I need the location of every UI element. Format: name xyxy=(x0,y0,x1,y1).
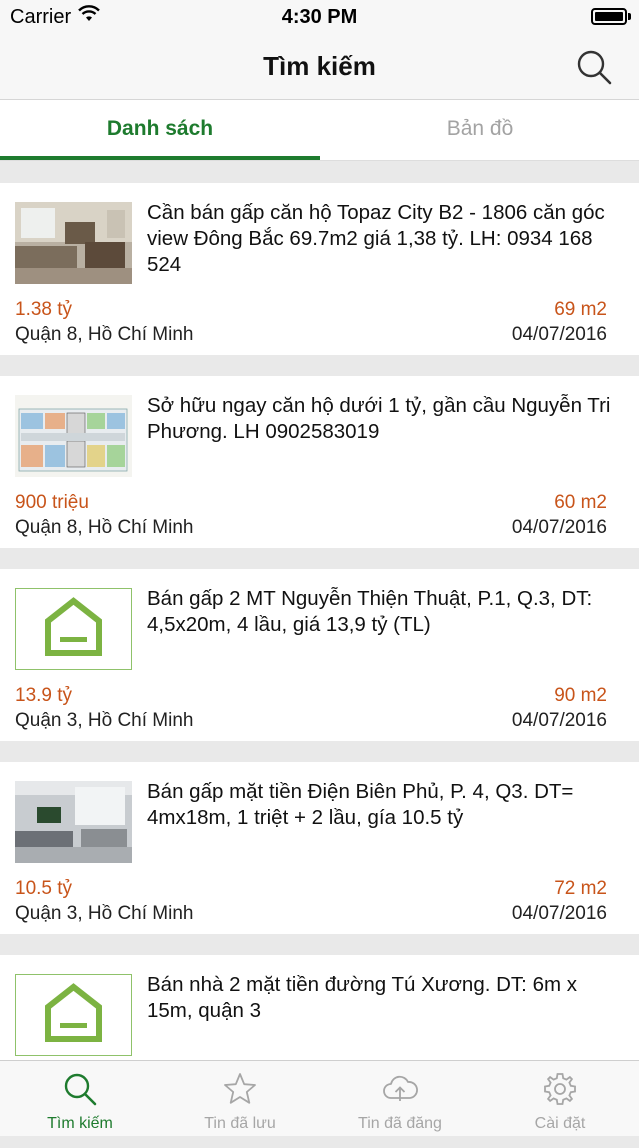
house-placeholder-icon xyxy=(16,975,131,1055)
status-bar: Carrier 4:30 PM xyxy=(0,0,639,34)
bottom-tab-bar: Tìm kiếm Tin đã lưu Tin đã đăng Cài đặt xyxy=(0,1060,639,1136)
tab-settings-label: Cài đặt xyxy=(480,1115,639,1133)
gear-icon xyxy=(542,1071,578,1107)
listing-thumbnail xyxy=(15,974,132,1056)
listing-area: 69 m2 xyxy=(554,299,607,321)
tab-posted-label: Tin đã đăng xyxy=(320,1115,480,1133)
listing-area: 60 m2 xyxy=(554,492,607,514)
listing-price: 900 triệu xyxy=(15,492,89,514)
listing-area: 90 m2 xyxy=(554,685,607,707)
listing-title: Bán gấp 2 MT Nguyễn Thiện Thuật, P.1, Q.… xyxy=(147,586,621,638)
view-tabs: Danh sách Bản đồ xyxy=(0,100,639,161)
page-title: Tìm kiếm xyxy=(0,51,639,82)
active-tab-indicator xyxy=(0,156,320,160)
tab-search[interactable]: Tìm kiếm xyxy=(0,1061,160,1137)
house-placeholder-icon xyxy=(16,589,131,669)
star-icon xyxy=(222,1071,258,1107)
listing-list: Cần bán gấp căn hộ Topaz City B2 - 1806 … xyxy=(0,183,639,1148)
battery-icon xyxy=(591,8,631,25)
navigation-bar: Tìm kiếm xyxy=(0,34,639,100)
tab-settings[interactable]: Cài đặt xyxy=(480,1061,639,1137)
listing-item[interactable]: Sở hữu ngay căn hộ dưới 1 tỷ, gần cầu Ng… xyxy=(0,376,639,548)
listing-title: Bán gấp mặt tiền Điện Biên Phủ, P. 4, Q3… xyxy=(147,779,621,831)
tab-map[interactable]: Bản đồ xyxy=(320,100,639,161)
tab-search-label: Tìm kiếm xyxy=(0,1115,160,1133)
listing-location: Quận 8, Hồ Chí Minh xyxy=(15,324,193,346)
search-icon[interactable] xyxy=(575,48,613,86)
listing-date: 04/07/2016 xyxy=(512,710,607,732)
tab-posted[interactable]: Tin đã đăng xyxy=(320,1061,480,1137)
search-icon xyxy=(62,1071,98,1107)
listing-date: 04/07/2016 xyxy=(512,903,607,925)
listing-location: Quận 8, Hồ Chí Minh xyxy=(15,517,193,539)
listing-item[interactable]: Bán gấp 2 MT Nguyễn Thiện Thuật, P.1, Q.… xyxy=(0,569,639,741)
listing-price: 10.5 tỷ xyxy=(15,878,72,900)
listing-date: 04/07/2016 xyxy=(512,324,607,346)
tab-saved-label: Tin đã lưu xyxy=(160,1115,320,1133)
listing-item[interactable]: Bán gấp mặt tiền Điện Biên Phủ, P. 4, Q3… xyxy=(0,762,639,934)
listing-location: Quận 3, Hồ Chí Minh xyxy=(15,903,193,925)
interior-photo xyxy=(15,781,132,863)
listing-area: 72 m2 xyxy=(554,878,607,900)
listing-title: Cần bán gấp căn hộ Topaz City B2 - 1806 … xyxy=(147,200,621,278)
tab-list[interactable]: Danh sách xyxy=(0,100,320,161)
listing-location: Quận 3, Hồ Chí Minh xyxy=(15,710,193,732)
cloud-upload-icon xyxy=(382,1071,418,1107)
clock: 4:30 PM xyxy=(0,6,639,29)
listing-title: Bán nhà 2 mặt tiền đường Tú Xương. DT: 6… xyxy=(147,972,621,1024)
listing-item[interactable]: Cần bán gấp căn hộ Topaz City B2 - 1806 … xyxy=(0,183,639,355)
listing-price: 1.38 tỷ xyxy=(15,299,72,321)
floor-plan-image xyxy=(15,395,132,477)
listing-title: Sở hữu ngay căn hộ dưới 1 tỷ, gần cầu Ng… xyxy=(147,393,621,445)
listing-thumbnail xyxy=(15,588,132,670)
living-room-photo xyxy=(15,202,132,284)
tab-saved[interactable]: Tin đã lưu xyxy=(160,1061,320,1137)
listing-date: 04/07/2016 xyxy=(512,517,607,539)
listing-price: 13.9 tỷ xyxy=(15,685,72,707)
